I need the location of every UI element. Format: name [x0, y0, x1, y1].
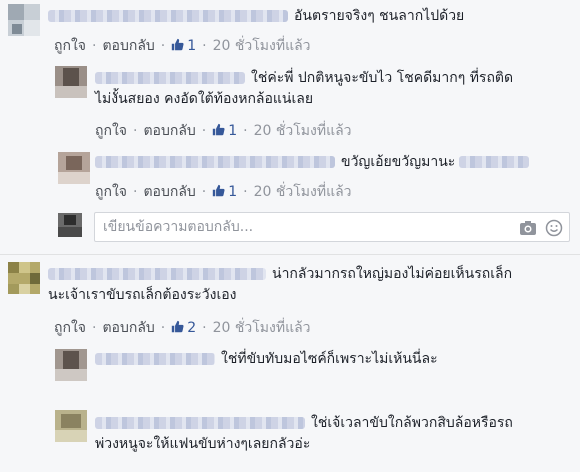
comment-actions: ถูกใจ · ตอบกลับ · 1 · 20 ชั่วโมงที่แล้ว: [54, 38, 311, 54]
like-count[interactable]: 1: [212, 184, 237, 200]
like-link[interactable]: ถูกใจ: [54, 320, 86, 336]
reply-body: ใช่ที่ขับทับมอไซค์ก็เพราะไม่เห้นนี่ละ: [95, 349, 575, 370]
tagged-name[interactable]: [459, 156, 530, 168]
reply-link[interactable]: ตอบกลับ: [143, 184, 195, 200]
comment-text-line1: น่ากลัวมากรถใหญ่มองไม่ค่อยเห็นรถเล็ก: [272, 266, 513, 282]
reply-actions: ถูกใจ · ตอบกลับ · 1 · 20 ชั่วโมงที่แล้ว: [95, 123, 352, 139]
reply-text: ใช่ที่ขับทับมอไซค์ก็เพราะไม่เห้นนี่ละ: [221, 351, 438, 367]
commenter-name[interactable]: [48, 268, 266, 280]
avatar[interactable]: [55, 410, 87, 442]
timestamp[interactable]: 20 ชั่วโมงที่แล้ว: [254, 123, 352, 139]
thumbs-up-icon: [172, 320, 184, 333]
reply-text-line1: ใช่ค่ะพี่ ปกติหนูจะขับไว โชคดีมากๆ ที่รถ…: [251, 70, 514, 86]
like-link[interactable]: ถูกใจ: [54, 38, 86, 54]
divider: [0, 254, 580, 255]
thumbs-up-icon: [213, 123, 225, 136]
reply-text-line2: ไม่งั้นสยอง คงอัดใต้ท้องหกล้อแน่เลย: [95, 91, 314, 107]
reply-link[interactable]: ตอบกลับ: [102, 38, 154, 54]
thumbs-up-icon: [213, 184, 225, 197]
reply-body: ขวัญเอ้ยขวัญมานะ: [95, 152, 575, 173]
comment-body: อันตรายจริงๆ ชนลากไปด้วย: [48, 6, 568, 27]
timestamp[interactable]: 20 ชั่วโมงที่แล้ว: [254, 184, 352, 200]
reply-link[interactable]: ตอบกลับ: [102, 320, 154, 336]
comment-text-line2: นะเจ้าเราขับรถเล็กต้องระวังเอง: [48, 287, 237, 303]
thumbs-up-icon: [172, 38, 184, 51]
timestamp[interactable]: 20 ชั่วโมงที่แล้ว: [213, 320, 311, 336]
emoji-icon[interactable]: [545, 219, 563, 237]
comment-actions: ถูกใจ · ตอบกลับ · 2 · 20 ชั่วโมงที่แล้ว: [54, 320, 311, 336]
commenter-name[interactable]: [95, 156, 335, 168]
comment-body: น่ากลัวมากรถใหญ่มองไม่ค่อยเห็นรถเล็ก นะเ…: [48, 264, 573, 306]
like-link[interactable]: ถูกใจ: [95, 184, 127, 200]
reply-body: ใช่เจ้เวลาขับใกล้พวกสิบล้อหรือรถ พ่วงหนู…: [95, 413, 575, 455]
like-count[interactable]: 1: [171, 38, 196, 54]
avatar[interactable]: [8, 262, 40, 294]
current-user-avatar: [58, 213, 82, 237]
reply-box: [94, 212, 570, 242]
reply-text: ขวัญเอ้ยขวัญมานะ: [341, 154, 456, 170]
avatar[interactable]: [58, 152, 90, 184]
reply-actions: ถูกใจ · ตอบกลับ · 1 · 20 ชั่วโมงที่แล้ว: [95, 184, 352, 200]
reply-text-line2: พ่วงหนูจะให้แฟนขับห่างๆเลยกลัวอ่ะ: [95, 436, 311, 452]
comment-text: อันตรายจริงๆ ชนลากไปด้วย: [294, 8, 465, 24]
like-count[interactable]: 1: [212, 123, 237, 139]
commenter-name[interactable]: [95, 72, 245, 84]
commenter-name[interactable]: [48, 10, 288, 22]
commenter-name[interactable]: [95, 417, 305, 429]
commenter-name[interactable]: [95, 353, 215, 365]
reply-link[interactable]: ตอบกลับ: [143, 123, 195, 139]
camera-icon[interactable]: [519, 219, 537, 237]
timestamp[interactable]: 20 ชั่วโมงที่แล้ว: [213, 38, 311, 54]
avatar[interactable]: [8, 4, 40, 36]
avatar[interactable]: [55, 66, 87, 98]
avatar[interactable]: [55, 349, 87, 381]
reply-body: ใช่ค่ะพี่ ปกติหนูจะขับไว โชคดีมากๆ ที่รถ…: [95, 68, 575, 110]
reply-input[interactable]: [95, 213, 511, 241]
like-count[interactable]: 2: [171, 320, 196, 336]
like-link[interactable]: ถูกใจ: [95, 123, 127, 139]
reply-text-line1: ใช่เจ้เวลาขับใกล้พวกสิบล้อหรือรถ: [311, 415, 513, 431]
